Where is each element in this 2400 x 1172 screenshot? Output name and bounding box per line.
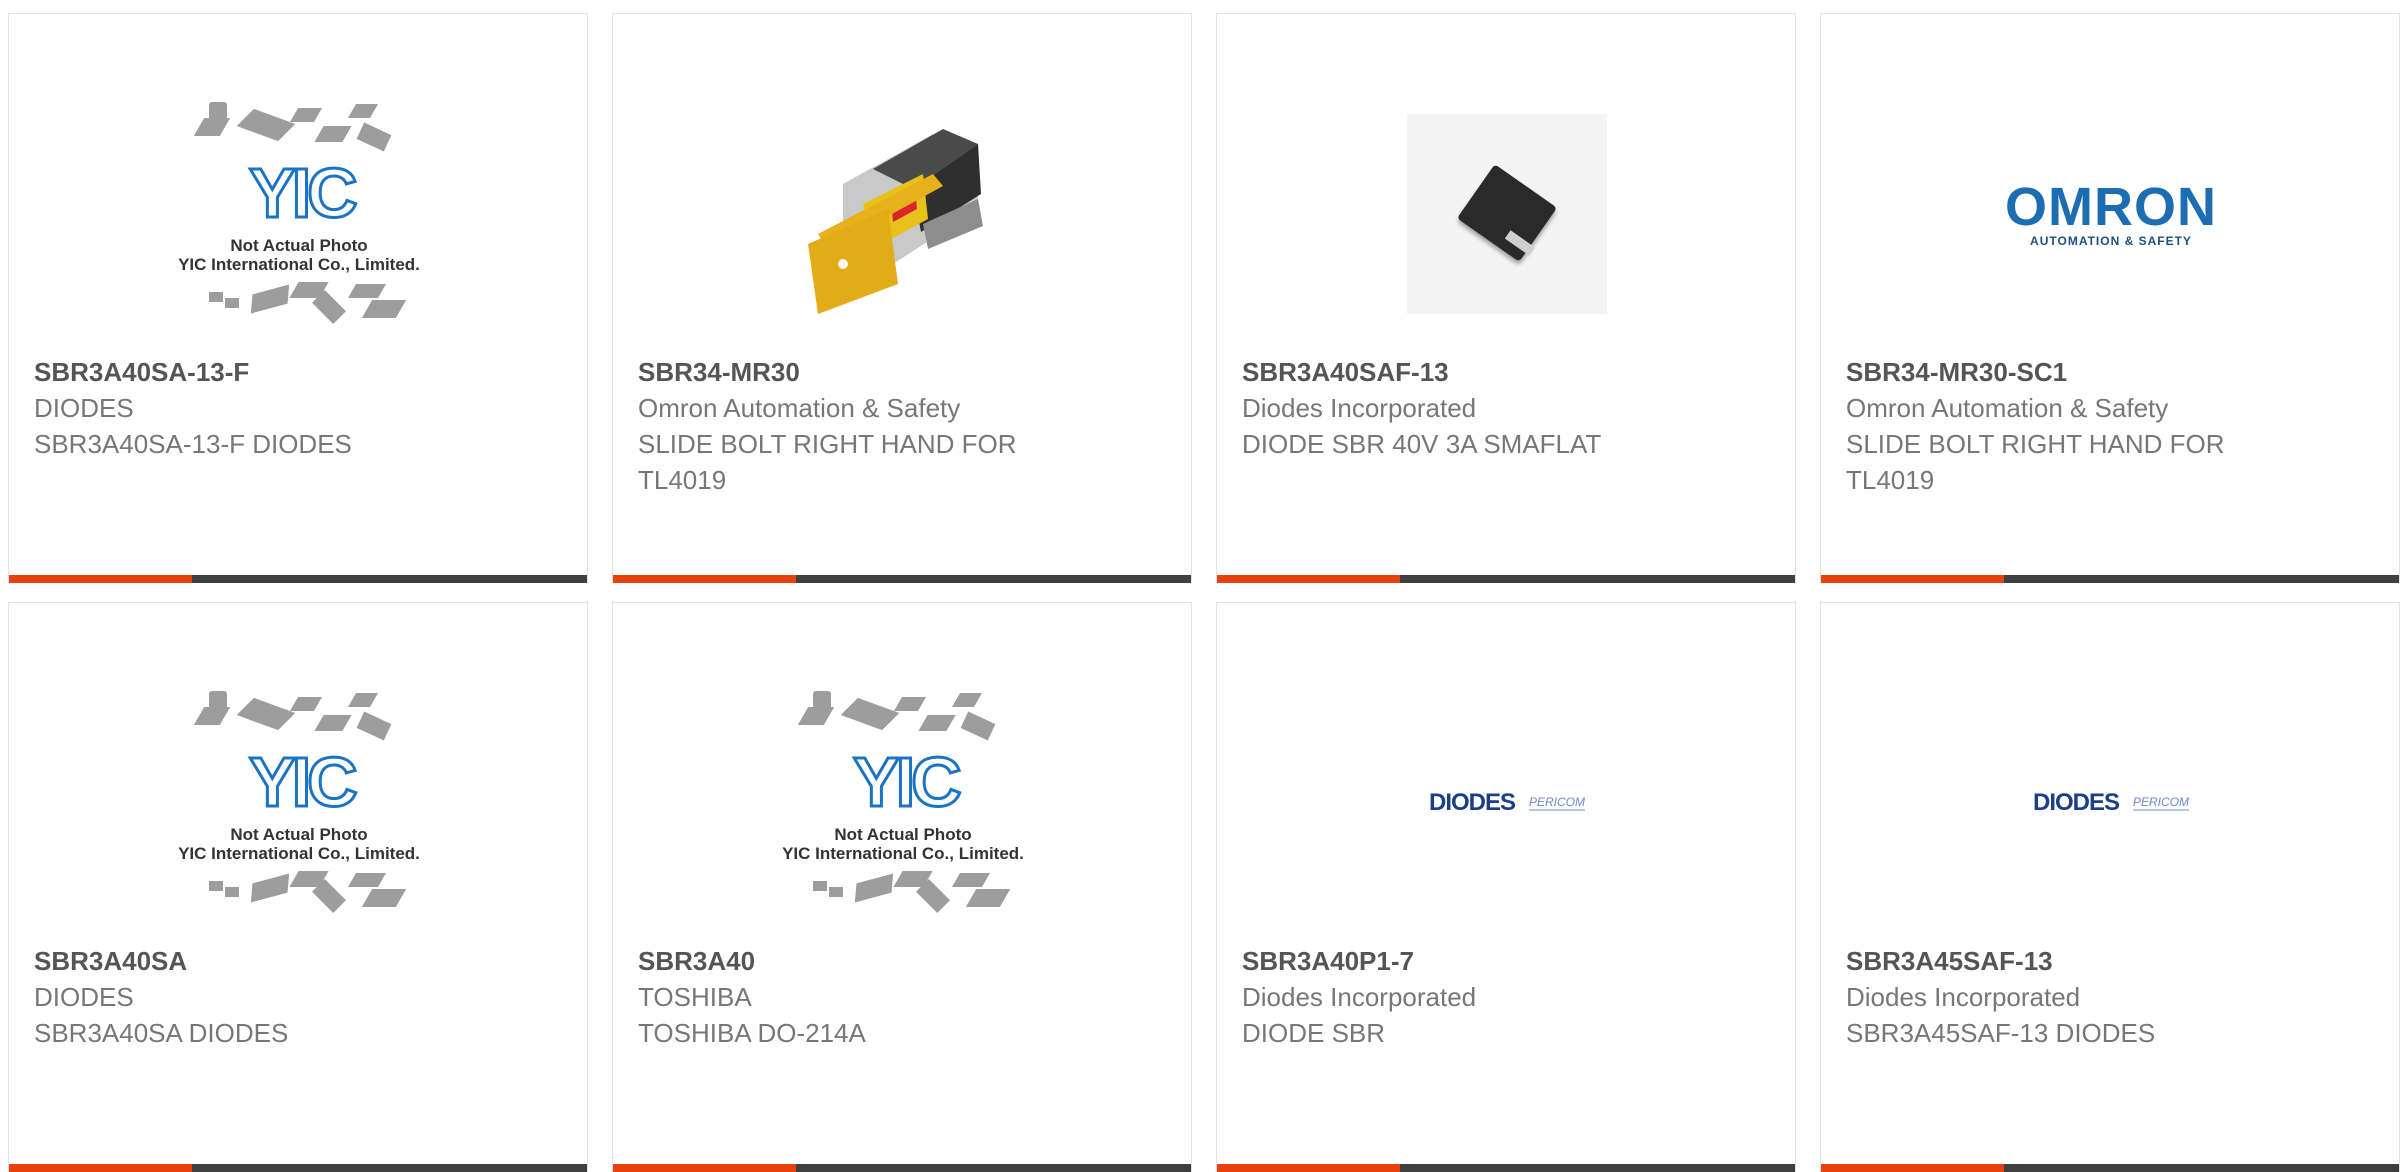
diodes-logo-text: DIODES	[2032, 789, 2120, 816]
yic-placeholder-image: YIC Not Actual Photo YIC International C…	[169, 673, 429, 933]
card-bar	[9, 575, 587, 583]
product-card[interactable]: DIODES PERICOM SBR3A45SAF-13 Diodes Inco…	[1820, 602, 2400, 1172]
part-number[interactable]: SBR3A40SA	[34, 943, 467, 979]
card-bar	[1821, 575, 2399, 583]
manufacturer: Omron Automation & Safety	[638, 393, 961, 423]
diodes-logo-text: DIODES	[1428, 789, 1516, 816]
product-image[interactable]: YIC Not Actual Photo YIC International C…	[169, 84, 429, 344]
part-number[interactable]: SBR3A40P1-7	[1242, 943, 1675, 979]
card-bar-accent	[9, 1164, 192, 1172]
product-card[interactable]: YIC Not Actual Photo YIC International C…	[612, 602, 1192, 1172]
card-bar-accent	[1821, 575, 2004, 583]
image-caption: Not Actual Photo	[834, 825, 972, 844]
product-info: SBR3A45SAF-13 Diodes Incorporated SBR3A4…	[1846, 943, 2279, 1051]
card-bar-accent	[9, 575, 192, 583]
yic-placeholder-image: YIC Not Actual Photo YIC International C…	[773, 673, 1033, 933]
product-card[interactable]: SBR34-MR30 Omron Automation & Safety SLI…	[612, 13, 1192, 583]
manufacturer: Diodes Incorporated	[1846, 982, 2081, 1012]
image-caption: Not Actual Photo	[230, 236, 368, 255]
card-bar	[1217, 575, 1795, 583]
product-card[interactable]: YIC Not Actual Photo YIC International C…	[8, 13, 588, 583]
product-image[interactable]: YIC Not Actual Photo YIC International C…	[773, 673, 1033, 933]
image-caption: Not Actual Photo	[230, 825, 368, 844]
yic-placeholder-image: YIC Not Actual Photo YIC International C…	[169, 84, 429, 344]
diodes-pericom-logo: DIODES PERICOM	[1428, 789, 1586, 817]
product-image[interactable]	[1377, 84, 1637, 344]
card-bar-accent	[613, 1164, 796, 1172]
product-grid: YIC Not Actual Photo YIC International C…	[8, 13, 2400, 1172]
card-bar-accent	[1821, 1164, 2004, 1172]
diodes-pericom-logo: DIODES PERICOM	[2032, 789, 2190, 817]
product-card[interactable]: YIC Not Actual Photo YIC International C…	[8, 602, 588, 1172]
part-number[interactable]: SBR34-MR30-SC1	[1846, 354, 2279, 390]
image-caption: YIC International Co., Limited.	[178, 844, 420, 863]
pericom-logo-text: PERICOM	[1529, 795, 1586, 811]
description: SBR3A45SAF-13 DIODES	[1846, 1018, 2156, 1048]
part-number[interactable]: SBR3A40SA-13-F	[34, 354, 467, 390]
product-info: SBR34-MR30-SC1 Omron Automation & Safety…	[1846, 354, 2279, 498]
product-card[interactable]: DIODES PERICOM SBR3A40P1-7 Diodes Incorp…	[1216, 602, 1796, 1172]
card-bar-accent	[1217, 575, 1400, 583]
yic-logo: YIC	[248, 743, 360, 821]
product-card[interactable]: SBR3A40SAF-13 Diodes Incorporated DIODE …	[1216, 13, 1796, 583]
card-bar	[613, 575, 1191, 583]
card-bar-accent	[613, 575, 796, 583]
yic-logo: YIC	[852, 743, 964, 821]
product-info: SBR3A40P1-7 Diodes Incorporated DIODE SB…	[1242, 943, 1675, 1051]
yic-logo: YIC	[248, 154, 360, 232]
card-bar	[1821, 1164, 2399, 1172]
product-info: SBR3A40 TOSHIBA TOSHIBA DO-214A	[638, 943, 1071, 1051]
product-info: SBR3A40SAF-13 Diodes Incorporated DIODE …	[1242, 354, 1675, 462]
omron-logo: OMRON AUTOMATION & SAFETY	[2005, 180, 2217, 248]
manufacturer: Diodes Incorporated	[1242, 393, 1477, 423]
card-bar-accent	[1217, 1164, 1400, 1172]
image-caption: YIC International Co., Limited.	[178, 255, 420, 274]
card-bar	[1217, 1164, 1795, 1172]
product-image[interactable]: DIODES PERICOM	[1377, 673, 1637, 933]
product-image[interactable]: OMRON AUTOMATION & SAFETY	[1981, 84, 2241, 344]
part-number[interactable]: SBR3A40SAF-13	[1242, 354, 1675, 390]
manufacturer: Omron Automation & Safety	[1846, 393, 2169, 423]
manufacturer: Diodes Incorporated	[1242, 982, 1477, 1012]
card-bar	[9, 1164, 587, 1172]
description: DIODE SBR	[1242, 1018, 1386, 1048]
product-info: SBR34-MR30 Omron Automation & Safety SLI…	[638, 354, 1071, 498]
product-info: SBR3A40SA DIODES SBR3A40SA DIODES	[34, 943, 467, 1051]
part-number[interactable]: SBR3A40	[638, 943, 1071, 979]
diode-package-photo	[1407, 114, 1607, 314]
description: SBR3A40SA-13-F DIODES	[34, 429, 352, 459]
part-number[interactable]: SBR34-MR30	[638, 354, 1071, 390]
product-info: SBR3A40SA-13-F DIODES SBR3A40SA-13-F DIO…	[34, 354, 467, 462]
product-card[interactable]: OMRON AUTOMATION & SAFETY SBR34-MR30-SC1…	[1820, 13, 2400, 583]
product-image[interactable]: DIODES PERICOM	[1981, 673, 2241, 933]
manufacturer: TOSHIBA	[638, 982, 752, 1012]
description: SBR3A40SA DIODES	[34, 1018, 289, 1048]
omron-logo-subtext: AUTOMATION & SAFETY	[2030, 234, 2192, 248]
description: DIODE SBR 40V 3A SMAFLAT	[1242, 429, 1602, 459]
product-image[interactable]: YIC Not Actual Photo YIC International C…	[169, 673, 429, 933]
description: SLIDE BOLT RIGHT HAND FOR TL4019	[638, 429, 1017, 495]
part-number[interactable]: SBR3A45SAF-13	[1846, 943, 2279, 979]
slide-bolt-photo	[803, 114, 1003, 314]
pericom-logo-text: PERICOM	[2133, 795, 2190, 811]
omron-logo-text: OMRON	[2005, 177, 2217, 237]
description: SLIDE BOLT RIGHT HAND FOR TL4019	[1846, 429, 2225, 495]
product-image[interactable]	[773, 84, 1033, 344]
image-caption: YIC International Co., Limited.	[782, 844, 1024, 863]
manufacturer: DIODES	[34, 982, 134, 1012]
description: TOSHIBA DO-214A	[638, 1018, 866, 1048]
card-bar	[613, 1164, 1191, 1172]
manufacturer: DIODES	[34, 393, 134, 423]
